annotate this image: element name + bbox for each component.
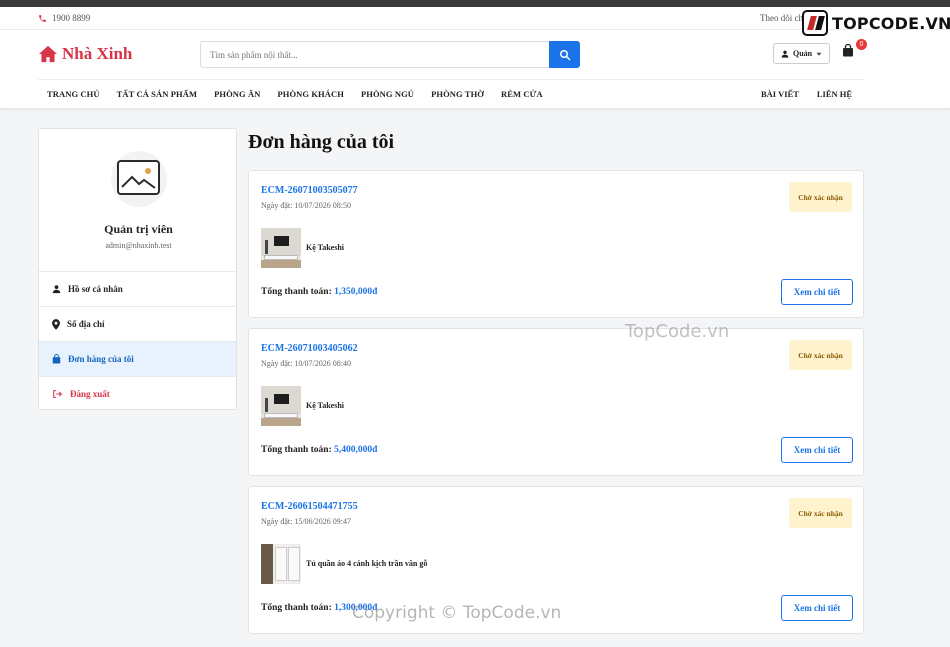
menu-item-profile[interactable]: Hồ sơ cá nhân: [39, 271, 236, 306]
search-icon: [559, 49, 570, 60]
menu-item-logout[interactable]: Đăng xuất: [39, 376, 236, 409]
follow-text: Theo dõi ch: [760, 13, 803, 23]
menu-item-label: Hồ sơ cá nhân: [68, 284, 123, 294]
search-button[interactable]: [549, 41, 580, 68]
total-amount: 5,400,000đ: [334, 445, 378, 455]
nav-item-worship-room[interactable]: PHÒNG THỜ: [431, 89, 484, 99]
nav-item-all-products[interactable]: TẤT CẢ SẢN PHẨM: [117, 89, 197, 99]
search-input[interactable]: [201, 42, 546, 67]
view-detail-button[interactable]: Xem chi tiết: [781, 279, 853, 305]
phone-icon: [39, 14, 46, 22]
user-dropdown-label: Quản: [793, 49, 813, 58]
product-name: Kệ Takeshi: [306, 243, 345, 252]
status-badge: Chờ xác nhận: [789, 498, 852, 528]
order-card: ECM-26071003505077 Ngày đặt: 10/07/2026 …: [248, 170, 864, 318]
status-badge: Chờ xác nhận: [789, 182, 852, 212]
tv-stand-image: [261, 386, 301, 426]
menu-item-address-book[interactable]: Sổ địa chỉ: [39, 306, 236, 341]
view-detail-button[interactable]: Xem chi tiết: [781, 437, 853, 463]
profile-email: admin@nhaxinh.test: [105, 241, 172, 250]
total-label: Tổng thanh toán:: [261, 603, 332, 613]
shopping-bag-icon: [52, 354, 61, 364]
status-badge: Chờ xác nhận: [789, 340, 852, 370]
order-date: Ngày đặt: 15/06/2026 09:47: [261, 517, 351, 526]
watermark-center: TopCode.vn: [625, 321, 730, 342]
profile-name: Quản trị viên: [104, 222, 173, 236]
sign-out-icon: [53, 390, 63, 398]
nav-item-bedroom[interactable]: PHÒNG NGỦ: [361, 89, 414, 99]
nav-item-home[interactable]: TRANG CHỦ: [47, 89, 100, 99]
watermark-copyright: Copyright © TopCode.vn: [352, 603, 562, 623]
total-amount: 1,350,000đ: [334, 287, 378, 297]
menu-item-label: Sổ địa chỉ: [67, 319, 105, 329]
map-pin-icon: [52, 318, 60, 330]
nav-item-blog[interactable]: BÀI VIẾT: [761, 89, 799, 99]
topcode-logo-text: TOPCODE.VN: [832, 13, 950, 33]
menu-item-label: Đăng xuất: [70, 389, 110, 399]
brand-name: Nhà Xinh: [62, 44, 133, 63]
nav-item-curtains[interactable]: RÈM CỬA: [501, 89, 543, 99]
order-card: ECM-26071003405062 Ngày đặt: 10/07/2026 …: [248, 328, 864, 476]
hotline[interactable]: 1900 8899: [38, 13, 90, 23]
wardrobe-image: [261, 544, 301, 584]
order-total: Tổng thanh toán: 1,350,000đ: [261, 287, 377, 297]
order-total: Tổng thanh toán: 5,400,000đ: [261, 445, 377, 455]
site-header: Nhà Xinh Quản 0 TRANG CHỦ TẤT CẢ SẢN PHẨ…: [0, 30, 950, 109]
order-code[interactable]: ECM-26061504471755: [261, 501, 358, 512]
secondary-nav: BÀI VIẾT LIÊN HỆ: [761, 89, 870, 99]
nav-item-dining-room[interactable]: PHÒNG ĂN: [214, 89, 260, 99]
nav-item-contact[interactable]: LIÊN HỆ: [817, 89, 852, 99]
order-date: Ngày đặt: 10/07/2026 08:50: [261, 201, 351, 210]
shopping-bag-icon: [843, 43, 853, 57]
account-menu: Hồ sơ cá nhân Sổ địa chỉ Đơn hàng của tô…: [39, 271, 236, 409]
total-label: Tổng thanh toán:: [261, 287, 332, 297]
order-date: Ngày đặt: 10/07/2026 08:40: [261, 359, 351, 368]
product-name: Kệ Takeshi: [306, 401, 345, 410]
account-sidebar: Quản trị viên admin@nhaxinh.test Hồ sơ c…: [38, 128, 237, 410]
topcode-logo-mark: [802, 10, 828, 36]
avatar: [111, 151, 167, 207]
product-name: Tủ quần áo 4 cánh kịch trần vân gỗ: [306, 559, 428, 568]
topcode-watermark-logo: TOPCODE.VN: [802, 10, 950, 36]
user-icon: [52, 285, 61, 294]
tv-stand-image: [261, 228, 301, 268]
nav-divider: [38, 79, 864, 80]
user-dropdown[interactable]: Quản: [773, 43, 830, 64]
menu-item-label: Đơn hàng của tôi: [68, 354, 134, 364]
total-label: Tổng thanh toán:: [261, 445, 332, 455]
menu-item-my-orders[interactable]: Đơn hàng của tôi: [39, 341, 236, 376]
order-code[interactable]: ECM-26071003505077: [261, 185, 358, 196]
cart-count-badge: 0: [856, 39, 867, 50]
caret-down-icon: [816, 52, 822, 56]
view-detail-button[interactable]: Xem chi tiết: [781, 595, 853, 621]
search-bar: [200, 41, 580, 68]
cart-button[interactable]: 0: [842, 39, 867, 62]
home-icon: [39, 45, 57, 63]
nav-item-living-room[interactable]: PHÒNG KHÁCH: [277, 89, 344, 99]
user-icon: [781, 50, 789, 58]
top-strip: [0, 0, 950, 7]
image-icon: [117, 160, 160, 195]
main-nav: TRANG CHỦ TẤT CẢ SẢN PHẨM PHÒNG ĂN PHÒNG…: [47, 89, 560, 99]
hotline-number: 1900 8899: [52, 13, 91, 23]
page-title: Đơn hàng của tôi: [248, 131, 395, 153]
order-code[interactable]: ECM-26071003405062: [261, 343, 358, 354]
brand-logo[interactable]: Nhà Xinh: [38, 44, 132, 64]
